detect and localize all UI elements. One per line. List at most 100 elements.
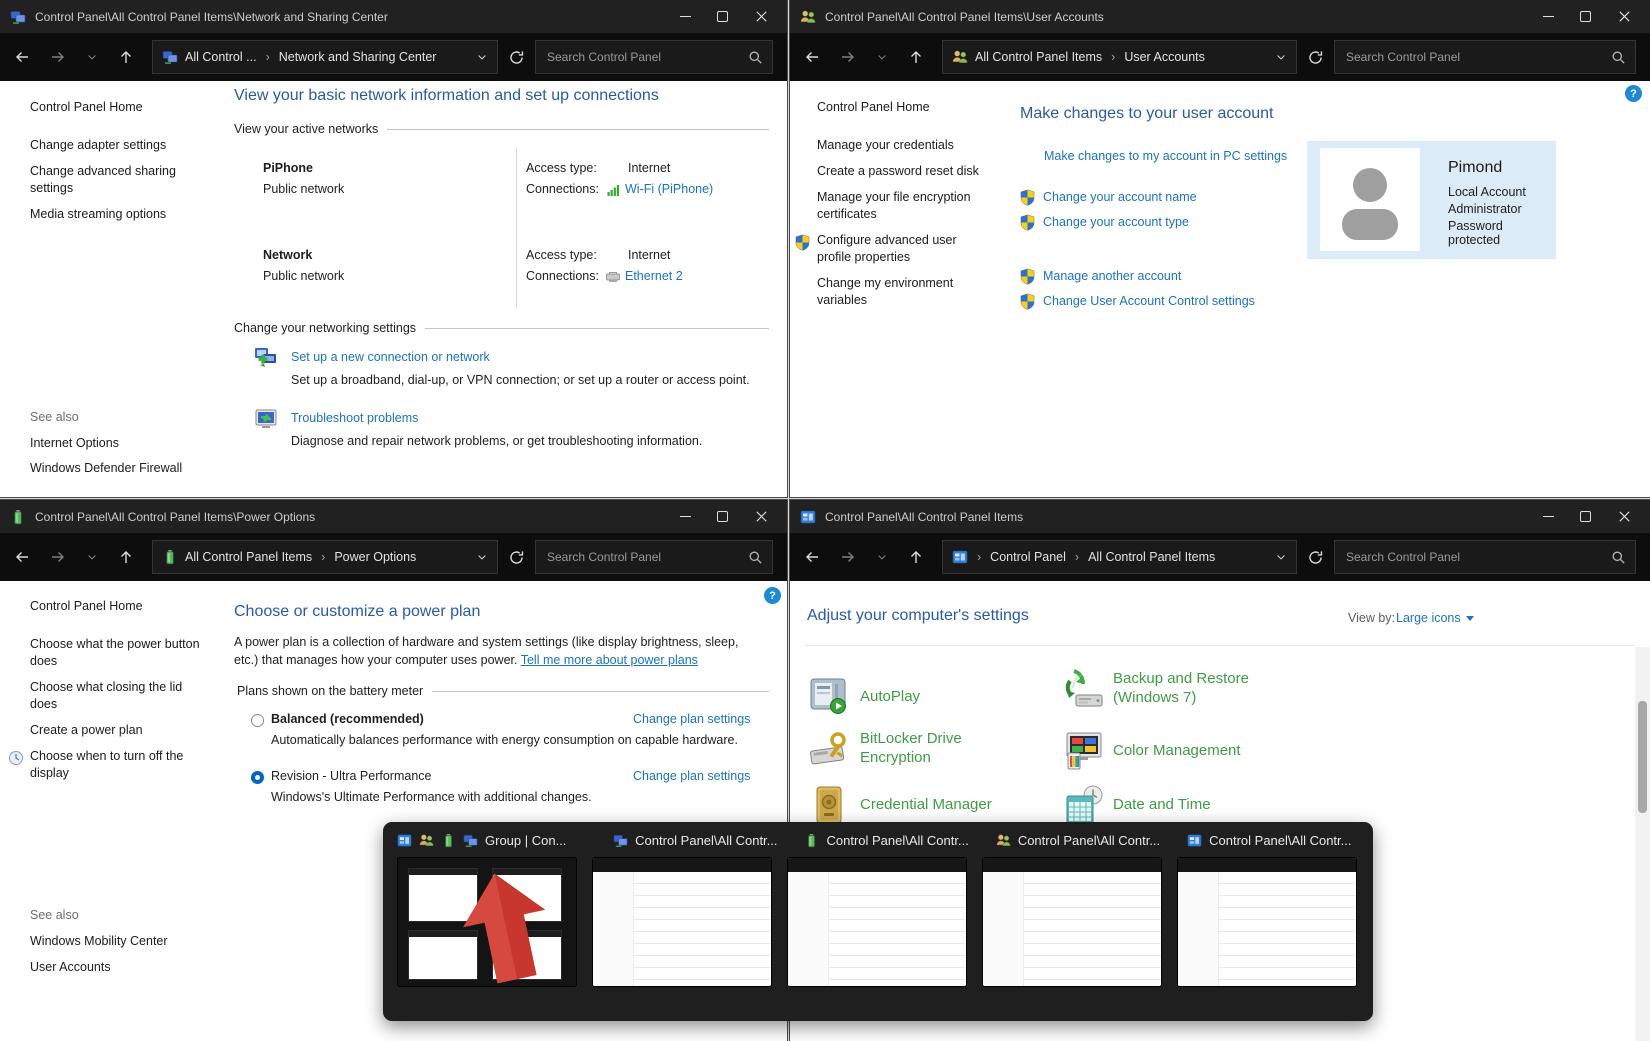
breadcrumb[interactable]: All Control Panel Items <box>1088 550 1215 564</box>
forward-icon[interactable] <box>50 549 66 565</box>
refresh-button[interactable] <box>508 49 525 66</box>
cpl-item-date-time[interactable]: Date and Time <box>1113 795 1211 814</box>
sidebar-item-environment-variables[interactable]: Change my environment variables <box>817 275 983 309</box>
preview-tab-network[interactable]: Control Panel\All Contr... <box>613 833 796 848</box>
autoplay-icon[interactable] <box>807 673 851 717</box>
change-account-type-link[interactable]: Change your account type <box>1043 215 1189 229</box>
breadcrumb[interactable]: Control Panel <box>990 550 1066 564</box>
address-bar[interactable]: Control Panel All Control Panel Items <box>942 540 1297 574</box>
close-button[interactable] <box>1617 9 1632 24</box>
minimize-button[interactable] <box>1543 16 1554 17</box>
close-button[interactable] <box>754 9 769 24</box>
preview-tab-group[interactable]: Group | Con... <box>397 833 605 848</box>
preview-thumbnail-network[interactable] <box>592 857 772 987</box>
back-icon[interactable] <box>804 49 820 65</box>
minimize-button[interactable] <box>680 516 691 517</box>
forward-icon[interactable] <box>840 49 856 65</box>
sidebar-item-change-advanced-sharing[interactable]: Change advanced sharing settings <box>30 163 212 197</box>
sidebar-item-turn-off-display[interactable]: Choose when to turn off the display <box>30 748 198 782</box>
maximize-button[interactable] <box>717 11 728 22</box>
back-icon[interactable] <box>14 49 30 65</box>
refresh-button[interactable] <box>1307 49 1324 66</box>
titlebar[interactable]: Control Panel\All Control Panel Items\Ne… <box>0 0 787 33</box>
sidebar-item-file-encryption-certificates[interactable]: Manage your file encryption certificates <box>817 189 993 223</box>
recent-pages-chevron-icon[interactable] <box>876 551 888 563</box>
titlebar[interactable]: Control Panel\All Control Panel Items\Us… <box>790 0 1650 33</box>
titlebar[interactable]: Control Panel\All Control Panel Items\Po… <box>0 500 787 533</box>
search-box[interactable] <box>1334 540 1636 574</box>
sidebar-item-windows-mobility-center[interactable]: Windows Mobility Center <box>30 933 212 950</box>
connection-link[interactable]: Ethernet 2 <box>625 269 683 283</box>
sidebar-item-internet-options[interactable]: Internet Options <box>30 435 212 452</box>
scrollbar-thumb[interactable] <box>1638 701 1647 813</box>
address-dropdown-icon[interactable] <box>1275 51 1287 63</box>
forward-icon[interactable] <box>840 549 856 565</box>
search-icon[interactable] <box>1611 550 1626 565</box>
address-dropdown-icon[interactable] <box>476 51 488 63</box>
breadcrumb[interactable]: User Accounts <box>1124 50 1205 64</box>
forward-icon[interactable] <box>50 49 66 65</box>
refresh-button[interactable] <box>1307 549 1324 566</box>
maximize-button[interactable] <box>717 511 728 522</box>
radio-revision-ultra-performance[interactable] <box>251 771 264 784</box>
search-input[interactable] <box>545 549 748 565</box>
address-bar[interactable]: All Control Panel Items User Accounts <box>942 40 1297 74</box>
cpl-item-color-management[interactable]: Color Management <box>1113 741 1241 760</box>
cpl-item-autoplay[interactable]: AutoPlay <box>860 687 920 706</box>
up-icon[interactable] <box>118 549 134 565</box>
back-icon[interactable] <box>14 549 30 565</box>
preview-tab-power[interactable]: Control Panel\All Contr... <box>804 833 987 848</box>
breadcrumb[interactable]: All Control Panel Items <box>185 550 312 564</box>
recent-pages-chevron-icon[interactable] <box>86 51 98 63</box>
change-account-name-link[interactable]: Change your account name <box>1043 190 1197 204</box>
setup-connection-link[interactable]: Set up a new connection or network <box>291 350 490 364</box>
connection-link[interactable]: Wi-Fi (PiPhone) <box>625 182 713 196</box>
sidebar-item-change-adapter-settings[interactable]: Change adapter settings <box>30 137 212 154</box>
address-bar[interactable]: All Control Panel Items Power Options <box>152 540 498 574</box>
breadcrumb[interactable]: Network and Sharing Center <box>279 50 437 64</box>
sidebar-item-manage-credentials[interactable]: Manage your credentials <box>817 137 993 154</box>
sidebar-item-media-streaming[interactable]: Media streaming options <box>30 206 212 223</box>
radio-balanced[interactable] <box>251 714 264 727</box>
preview-thumbnail-control-panel[interactable] <box>1177 857 1357 987</box>
search-icon[interactable] <box>748 550 763 565</box>
power-plans-help-link[interactable]: Tell me more about power plans <box>521 653 698 667</box>
view-by-dropdown[interactable]: Large icons <box>1396 611 1474 625</box>
change-uac-settings-link[interactable]: Change User Account Control settings <box>1043 294 1255 308</box>
sidebar-item-advanced-user-profile[interactable]: Configure advanced user profile properti… <box>817 232 983 266</box>
address-dropdown-icon[interactable] <box>1275 551 1287 563</box>
cpl-item-backup-restore[interactable]: Backup and Restore (Windows 7) <box>1113 669 1293 707</box>
maximize-button[interactable] <box>1580 11 1591 22</box>
back-icon[interactable] <box>804 549 820 565</box>
maximize-button[interactable] <box>1580 511 1591 522</box>
search-input[interactable] <box>1344 549 1611 565</box>
change-plan-settings-link[interactable]: Change plan settings <box>633 769 750 783</box>
recent-pages-chevron-icon[interactable] <box>876 51 888 63</box>
change-plan-settings-link[interactable]: Change plan settings <box>633 712 750 726</box>
address-dropdown-icon[interactable] <box>476 551 488 563</box>
sidebar-item-create-power-plan[interactable]: Create a power plan <box>30 722 212 739</box>
cpl-item-bitlocker[interactable]: BitLocker Drive Encryption <box>860 729 990 767</box>
manage-another-account-link[interactable]: Manage another account <box>1043 269 1181 283</box>
credential-manager-icon[interactable] <box>807 783 851 827</box>
close-button[interactable] <box>1617 509 1632 524</box>
recent-pages-chevron-icon[interactable] <box>86 551 98 563</box>
backup-restore-icon[interactable] <box>1062 667 1106 711</box>
sidebar-item-control-panel-home[interactable]: Control Panel Home <box>30 99 212 116</box>
sidebar-item-user-accounts[interactable]: User Accounts <box>30 959 212 976</box>
sidebar-item-power-button-does[interactable]: Choose what the power button does <box>30 636 218 670</box>
minimize-button[interactable] <box>680 16 691 17</box>
refresh-button[interactable] <box>508 549 525 566</box>
search-box[interactable] <box>535 40 773 74</box>
sidebar-item-password-reset-disk[interactable]: Create a password reset disk <box>817 163 993 180</box>
up-icon[interactable] <box>908 49 924 65</box>
up-icon[interactable] <box>908 549 924 565</box>
search-icon[interactable] <box>748 50 763 65</box>
titlebar[interactable]: Control Panel\All Control Panel Items <box>790 500 1650 533</box>
sidebar-item-closing-lid-does[interactable]: Choose what closing the lid does <box>30 679 200 713</box>
pc-settings-link[interactable]: Make changes to my account in PC setting… <box>1044 149 1287 163</box>
search-box[interactable] <box>535 540 773 574</box>
search-input[interactable] <box>1344 49 1611 65</box>
cpl-item-credential-manager[interactable]: Credential Manager <box>860 795 992 814</box>
preview-tab-control-panel[interactable]: Control Panel\All Contr... <box>1187 833 1359 848</box>
